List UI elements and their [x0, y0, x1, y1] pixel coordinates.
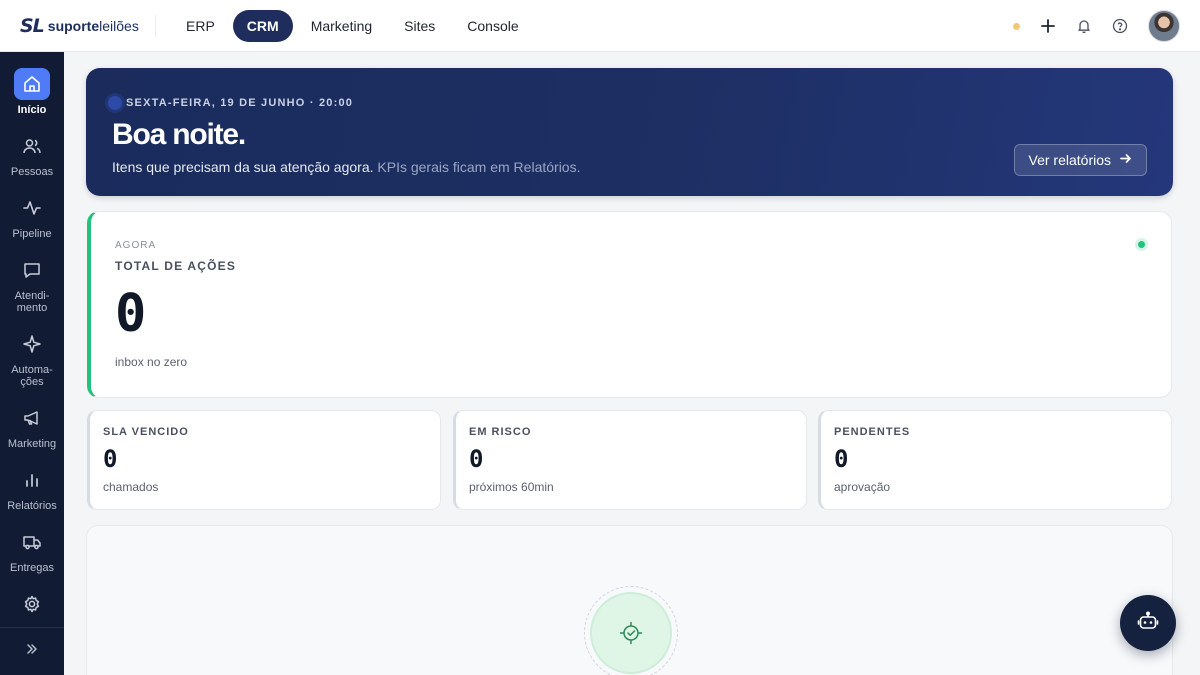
assistant-bot-button[interactable] — [1120, 595, 1176, 651]
card-label: TOTAL DE AÇÕES — [115, 259, 237, 273]
greeting-banner: SEXTA-FEIRA, 19 DE JUNHO · 20:00 Boa noi… — [86, 68, 1173, 196]
megaphone-icon — [14, 402, 50, 434]
top-actions — [1013, 10, 1180, 42]
top-bar: SL suporteleilões ERP CRM Marketing Site… — [0, 0, 1200, 52]
sla-overdue-card[interactable]: SLA VENCIDO 0 chamados — [87, 410, 441, 510]
bell-icon[interactable] — [1076, 18, 1092, 34]
card-label: SLA VENCIDO — [103, 426, 189, 438]
sidebar-item-settings[interactable] — [0, 588, 64, 620]
card-caption: inbox no zero — [115, 355, 188, 369]
brand-name: suporteleilões — [47, 17, 139, 34]
product-nav: ERP CRM Marketing Sites Console — [172, 9, 533, 42]
nav-marketing[interactable]: Marketing — [297, 10, 386, 42]
sidebar: Início Pessoas Pipeline Atendi- mento Au… — [0, 52, 64, 675]
total-actions-card: AGORA TOTAL DE AÇÕES 0 inbox no zero — [87, 211, 1172, 398]
card-caption: chamados — [103, 480, 159, 494]
date-indicator-icon — [108, 96, 122, 110]
sidebar-item-pipeline[interactable]: Pipeline — [0, 192, 64, 240]
sidebar-label: Pessoas — [10, 166, 54, 178]
plus-icon[interactable] — [1040, 18, 1056, 34]
gear-icon — [14, 588, 50, 620]
sidebar-label: Automa- ções — [11, 364, 53, 388]
sidebar-label: Pipeline — [12, 228, 52, 240]
arrow-right-icon — [1119, 152, 1132, 168]
nav-console[interactable]: Console — [453, 10, 532, 42]
brand-logo[interactable]: SL suporteleilões — [0, 14, 156, 37]
nav-erp[interactable]: ERP — [172, 10, 229, 42]
live-status-dot — [1138, 241, 1145, 248]
page-title: Boa noite. — [112, 118, 246, 151]
sidebar-collapse-button[interactable] — [0, 627, 64, 675]
status-dot — [1013, 22, 1020, 30]
sparkle-icon — [14, 328, 50, 360]
empty-state-panel — [86, 525, 1173, 675]
check-badge-icon — [590, 592, 672, 674]
card-eyebrow: AGORA — [115, 240, 157, 251]
sidebar-item-inicio[interactable]: Início — [0, 68, 64, 116]
sidebar-label: Início — [17, 104, 47, 116]
card-value: 0 — [469, 445, 484, 473]
sidebar-item-pessoas[interactable]: Pessoas — [0, 130, 64, 178]
home-icon — [14, 68, 50, 100]
view-reports-button[interactable]: Ver relatórios — [1013, 144, 1147, 176]
bar-chart-icon — [14, 464, 50, 496]
activity-icon — [14, 192, 50, 224]
pending-card[interactable]: PENDENTES 0 aprovação — [818, 410, 1172, 510]
message-icon — [14, 254, 50, 286]
nav-sites[interactable]: Sites — [390, 10, 449, 42]
brand-mark: SL — [20, 14, 45, 37]
card-value: 0 — [834, 445, 849, 473]
sidebar-item-entregas[interactable]: Entregas — [0, 526, 64, 574]
card-label: PENDENTES — [834, 426, 911, 438]
users-icon — [14, 130, 50, 162]
sidebar-item-automacoes[interactable]: Automa- ções — [0, 328, 64, 388]
card-label: EM RISCO — [469, 426, 532, 438]
hero-subtitle: Itens que precisam da sua atenção agora.… — [112, 159, 581, 175]
help-icon[interactable] — [1112, 18, 1128, 34]
sidebar-label: Relatórios — [7, 500, 57, 512]
sidebar-item-relatorios[interactable]: Relatórios — [0, 464, 64, 512]
card-caption: próximos 60min — [469, 480, 554, 494]
nav-crm[interactable]: CRM — [232, 9, 293, 42]
at-risk-card[interactable]: EM RISCO 0 próximos 60min — [453, 410, 807, 510]
sidebar-item-marketing[interactable]: Marketing — [0, 402, 64, 450]
card-caption: aprovação — [834, 480, 891, 494]
chevrons-right-icon — [25, 642, 39, 661]
sidebar-item-atendimento[interactable]: Atendi- mento — [0, 254, 64, 314]
sidebar-label: Marketing — [7, 438, 57, 450]
sidebar-label: Atendi- mento — [14, 290, 50, 314]
hero-date: SEXTA-FEIRA, 19 DE JUNHO · 20:00 — [108, 96, 353, 110]
sidebar-label: Entregas — [9, 562, 55, 574]
card-value: 0 — [103, 445, 118, 473]
bot-icon — [1137, 610, 1159, 637]
avatar[interactable] — [1148, 10, 1180, 42]
truck-icon — [14, 526, 50, 558]
empty-state-badge — [584, 586, 678, 675]
total-actions-value: 0 — [115, 284, 147, 344]
